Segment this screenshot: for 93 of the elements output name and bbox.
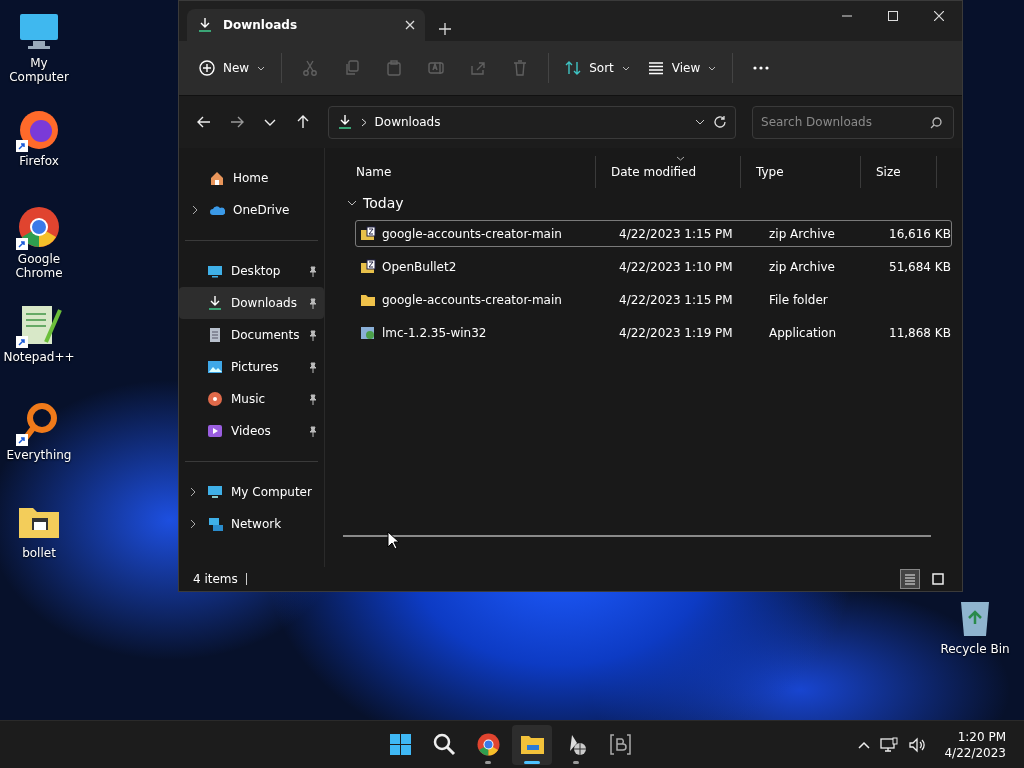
start-icon bbox=[387, 732, 413, 757]
column-header[interactable]: Date modified bbox=[596, 156, 741, 188]
date-cell-text: 4/22/2023 1:10 PM bbox=[618, 259, 734, 274]
video-icon bbox=[207, 423, 223, 439]
nav-item[interactable]: Documents bbox=[179, 319, 324, 351]
up-arrow-icon[interactable] bbox=[296, 115, 310, 129]
picture-icon bbox=[207, 359, 223, 375]
type-cell-text: zip Archive bbox=[768, 259, 836, 274]
chevron-right-icon bbox=[360, 117, 367, 127]
caret-icon bbox=[257, 65, 266, 71]
chevron-up-icon[interactable] bbox=[858, 740, 871, 749]
network-icon[interactable] bbox=[880, 736, 899, 753]
window-tab[interactable]: Downloads bbox=[187, 9, 425, 41]
caret-icon bbox=[621, 65, 630, 71]
file-row[interactable]: lmc-1.2.35-win32 4/22/2023 1:19 PM Application 11,868 KB bbox=[355, 319, 952, 346]
close-tab-icon[interactable] bbox=[405, 20, 415, 30]
search-icon bbox=[431, 732, 457, 757]
search-icon[interactable] bbox=[930, 116, 942, 129]
address-bar[interactable]: Downloads bbox=[327, 105, 736, 139]
computer-icon bbox=[207, 484, 223, 500]
desktop-icon-label[interactable]: Notepad++ bbox=[3, 350, 75, 364]
toolbar-menu-button[interactable]: New bbox=[191, 50, 274, 86]
nav-item[interactable]: OneDrive bbox=[181, 194, 322, 226]
caret-icon bbox=[708, 65, 717, 71]
maximize-icon[interactable] bbox=[888, 11, 898, 21]
breadcrumb[interactable]: Downloads bbox=[374, 115, 441, 129]
mouse-pointer-icon bbox=[387, 531, 399, 550]
zip-icon bbox=[360, 258, 376, 275]
column-header[interactable]: Size bbox=[861, 156, 937, 188]
type-cell-text: File folder bbox=[768, 292, 829, 307]
file-name: OpenBullet2 bbox=[382, 259, 457, 274]
type-cell-text: zip Archive bbox=[768, 226, 836, 241]
taskbar-button[interactable] bbox=[512, 724, 552, 765]
chevron-right-icon[interactable] bbox=[190, 519, 196, 529]
group-header[interactable]: Today bbox=[341, 188, 952, 218]
file-name: google-accounts-creator-main bbox=[382, 226, 562, 241]
chevron-right-icon[interactable] bbox=[190, 487, 196, 497]
chevron-down-icon[interactable] bbox=[695, 119, 705, 125]
close-icon[interactable] bbox=[934, 11, 944, 21]
nav-item[interactable]: Home bbox=[181, 162, 322, 194]
speaker-icon[interactable] bbox=[908, 736, 927, 753]
file-name: google-accounts-creator-main bbox=[382, 292, 562, 307]
date-cell-text: 4/22/2023 1:15 PM bbox=[618, 292, 734, 307]
chevron-right-icon[interactable] bbox=[192, 205, 198, 215]
date-cell-text: 4/22/2023 1:15 PM bbox=[618, 226, 734, 241]
bracket-app-icon bbox=[607, 732, 633, 757]
search-field[interactable]: Search Downloads bbox=[752, 105, 954, 139]
download-icon bbox=[336, 114, 353, 130]
toolbar-menu-button[interactable]: View bbox=[639, 50, 725, 86]
desktop-icon-label[interactable]: Firefox bbox=[19, 154, 59, 168]
size-cell-text: 16,616 KB bbox=[888, 226, 951, 241]
nav-item[interactable]: Videos bbox=[179, 415, 324, 447]
desktop-icon-label[interactable]: bollet bbox=[22, 546, 56, 560]
type-cell-text: Application bbox=[768, 325, 838, 340]
file-row[interactable]: google-accounts-creator-main 4/22/2023 1:15 PM zip Archive 16,616 KB bbox=[355, 220, 952, 247]
nav-item[interactable]: Music bbox=[179, 383, 324, 415]
column-header[interactable]: Type bbox=[741, 156, 861, 188]
size-cell-text: 51,684 KB bbox=[888, 259, 951, 274]
nav-item[interactable]: Desktop bbox=[179, 255, 324, 287]
new-tab-icon[interactable] bbox=[439, 23, 451, 35]
back-arrow-icon[interactable] bbox=[196, 115, 211, 129]
desktop-icon-label[interactable]: Everything bbox=[6, 448, 72, 462]
file-name: lmc-1.2.35-win32 bbox=[382, 325, 487, 340]
zip-icon bbox=[360, 225, 376, 242]
nav-item[interactable]: Downloads bbox=[179, 287, 324, 319]
application-icon bbox=[360, 324, 376, 341]
download-icon bbox=[197, 17, 213, 33]
forward-arrow-icon[interactable] bbox=[229, 115, 244, 129]
monitor-icon bbox=[207, 263, 223, 279]
size-cell-text: 11,868 KB bbox=[888, 325, 951, 340]
desktop-icon-label[interactable]: My Computer bbox=[0, 56, 78, 84]
toolbar-menu-button[interactable]: Sort bbox=[557, 50, 638, 86]
download-icon bbox=[207, 295, 223, 311]
document-icon bbox=[207, 327, 223, 343]
scrollbar[interactable] bbox=[343, 535, 931, 537]
file-row[interactable]: OpenBullet2 4/22/2023 1:10 PM zip Archive 51,684 KB bbox=[355, 253, 952, 280]
network-icon bbox=[207, 516, 223, 532]
refresh-icon[interactable] bbox=[713, 115, 727, 129]
nav-item[interactable]: Network bbox=[179, 508, 324, 540]
date-cell-text: 4/22/2023 1:19 PM bbox=[618, 325, 734, 340]
chrome-icon bbox=[475, 732, 501, 757]
chrome-icon[interactable] bbox=[16, 204, 62, 250]
clock-date[interactable]: 4/22/2023 bbox=[944, 744, 1006, 761]
desktop-icon-label[interactable]: Google Chrome bbox=[0, 252, 78, 280]
music-icon bbox=[207, 391, 223, 407]
nav-item[interactable]: Pictures bbox=[179, 351, 324, 383]
home-icon bbox=[209, 170, 225, 186]
nav-item[interactable]: My Computer bbox=[179, 476, 324, 508]
column-header[interactable]: Name bbox=[341, 156, 596, 188]
file-row[interactable]: google-accounts-creator-main 4/22/2023 1:15 PM File folder bbox=[355, 286, 952, 313]
clock-time[interactable]: 1:20 PM bbox=[957, 728, 1006, 745]
item-count: 4 items bbox=[193, 572, 238, 586]
desktop-icon-label[interactable]: Recycle Bin bbox=[940, 642, 1010, 656]
